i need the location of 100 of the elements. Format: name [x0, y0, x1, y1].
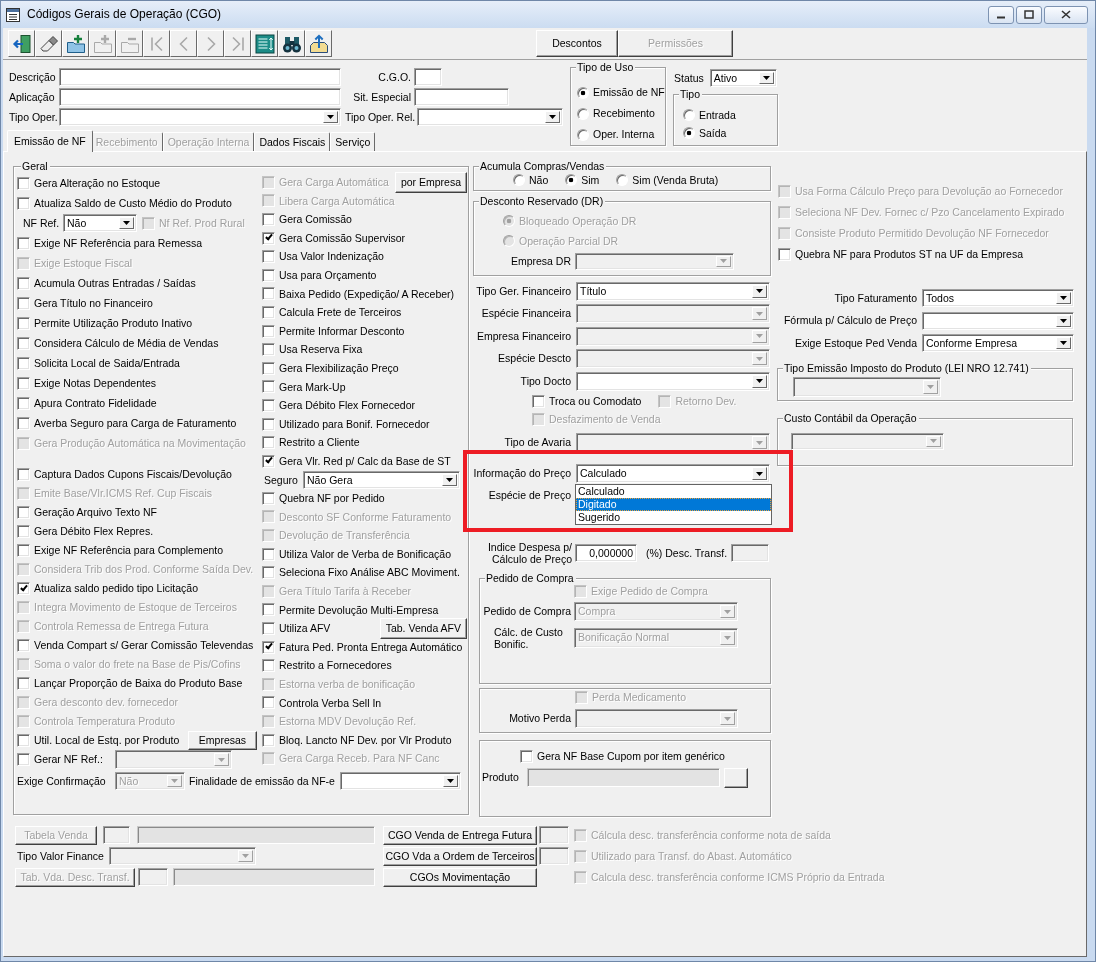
- checkbox[interactable]: [262, 491, 275, 505]
- tab[interactable]: Emissão de NF: [7, 130, 93, 152]
- checkbox[interactable]: [262, 250, 275, 264]
- checkbox[interactable]: [17, 525, 30, 538]
- checkbox[interactable]: [262, 454, 275, 468]
- checkbox-label: Desfazimento de Venda: [549, 413, 661, 426]
- field-label: (%) Desc. Transf.: [646, 546, 728, 560]
- checkbox[interactable]: [17, 236, 30, 250]
- text-field[interactable]: 0,000000: [575, 544, 637, 562]
- checkbox-label: Gerar NF Ref.:: [34, 753, 103, 766]
- checkbox[interactable]: [17, 296, 30, 310]
- checkbox[interactable]: [262, 436, 275, 450]
- dropdown[interactable]: Todos: [922, 289, 1074, 308]
- text-field[interactable]: [59, 68, 341, 86]
- checkbox[interactable]: [262, 733, 275, 747]
- dropdown[interactable]: Conforme Empresa: [922, 334, 1074, 353]
- maximize-button[interactable]: [1016, 5, 1042, 24]
- checkbox[interactable]: [262, 659, 275, 673]
- dropdown[interactable]: [417, 108, 564, 126]
- checkbox[interactable]: [17, 176, 30, 190]
- checkbox[interactable]: [17, 468, 30, 481]
- checkbox[interactable]: [17, 506, 30, 519]
- tab[interactable]: Dados Fiscais: [254, 132, 331, 151]
- radio-button[interactable]: [683, 109, 695, 121]
- action-button[interactable]: CGO Vda a Ordem de Terceiros: [383, 846, 537, 866]
- checkbox[interactable]: [17, 639, 30, 652]
- radio-button[interactable]: [683, 127, 695, 139]
- field-label: Empresa DR: [509, 254, 571, 268]
- field-label: Finalidade de emissão da NF-e: [189, 774, 335, 788]
- checkbox[interactable]: [17, 753, 30, 766]
- checkbox[interactable]: [17, 276, 30, 290]
- toolbar-button[interactable]: Descontos: [536, 30, 618, 57]
- checkbox[interactable]: [520, 750, 533, 763]
- checkbox[interactable]: [262, 547, 275, 561]
- checkbox[interactable]: [262, 566, 275, 580]
- checkbox[interactable]: [262, 287, 275, 301]
- radio-button[interactable]: [513, 174, 525, 186]
- close-icon[interactable]: [1061, 10, 1071, 19]
- checkbox[interactable]: [17, 336, 30, 350]
- dropdown[interactable]: Não: [63, 214, 137, 232]
- checkbox[interactable]: [262, 231, 275, 245]
- dropdown[interactable]: Título: [576, 281, 770, 301]
- text-field[interactable]: [414, 68, 442, 86]
- checkbox-label: Gera Título Tarifa à Receber: [279, 585, 412, 598]
- dropdown-option[interactable]: Calculado: [576, 484, 771, 498]
- checkbox[interactable]: [17, 416, 30, 430]
- checkbox[interactable]: [262, 603, 275, 617]
- checkbox-label: Usa Forma Cálculo Preço para Devolução ao Fornecedor: [795, 185, 1063, 198]
- group-title: Desconto Reservado (DR): [479, 195, 606, 208]
- checkbox[interactable]: [262, 213, 275, 226]
- group-title: Geral: [21, 160, 50, 173]
- checkbox[interactable]: [17, 544, 30, 557]
- dropdown[interactable]: [340, 772, 461, 790]
- checkbox[interactable]: [262, 640, 275, 654]
- checkbox[interactable]: [262, 268, 275, 282]
- checkbox[interactable]: [262, 417, 275, 431]
- checkbox[interactable]: [262, 380, 275, 394]
- checkbox-label: Gera Carga Receb. Para NF Canc: [279, 752, 440, 765]
- dropdown-option[interactable]: Digitado: [576, 497, 771, 511]
- dropdown[interactable]: Não Gera: [303, 470, 460, 489]
- checkbox-label: Fatura Ped. Pronta Entrega Automático: [279, 640, 463, 654]
- dropdown[interactable]: Calculado: [576, 464, 770, 483]
- text-field[interactable]: [59, 88, 341, 106]
- radio-button[interactable]: [565, 174, 578, 186]
- action-button[interactable]: CGO Venda de Entrega Futura: [383, 825, 537, 845]
- action-button[interactable]: CGOs Movimentação: [383, 867, 537, 887]
- dropdown[interactable]: Ativo: [709, 69, 777, 87]
- checkbox[interactable]: [262, 343, 275, 357]
- checkbox[interactable]: [262, 324, 275, 338]
- checkbox[interactable]: [17, 677, 30, 690]
- dropdown-option[interactable]: Sugerido: [576, 510, 771, 524]
- maximize-icon[interactable]: [1024, 10, 1034, 19]
- checkbox[interactable]: [17, 356, 30, 370]
- checkbox[interactable]: [262, 305, 275, 319]
- field-label: Espécie Financeira: [480, 307, 571, 321]
- checkbox[interactable]: [262, 361, 275, 375]
- field-label: Empresa Financeiro: [476, 329, 571, 343]
- dropdown[interactable]: [922, 311, 1074, 330]
- dropdown[interactable]: [576, 371, 770, 391]
- action-button[interactable]: Empresas: [188, 731, 257, 750]
- checkbox[interactable]: [262, 398, 275, 412]
- text-field[interactable]: [414, 88, 509, 106]
- tab[interactable]: Serviço: [330, 132, 376, 151]
- checkbox-label: Gera Comissão Supervisor: [279, 231, 406, 245]
- close-button[interactable]: [1044, 5, 1088, 24]
- checkbox[interactable]: [17, 316, 30, 330]
- checkbox[interactable]: [17, 376, 30, 390]
- dropdown[interactable]: [59, 108, 341, 126]
- checkbox[interactable]: [262, 696, 275, 710]
- checkbox[interactable]: [17, 196, 30, 210]
- radio-button[interactable]: [616, 174, 629, 186]
- checkbox[interactable]: [532, 395, 545, 408]
- checkbox[interactable]: [17, 734, 30, 747]
- action-button[interactable]: Tab. Venda AFV: [379, 618, 467, 640]
- checkbox[interactable]: [262, 622, 275, 636]
- empty-button[interactable]: [724, 767, 748, 788]
- checkbox-label: Gera Débito Flex Repres.: [34, 525, 154, 538]
- checkbox[interactable]: [778, 248, 791, 261]
- checkbox[interactable]: [17, 582, 30, 595]
- checkbox[interactable]: [17, 396, 30, 410]
